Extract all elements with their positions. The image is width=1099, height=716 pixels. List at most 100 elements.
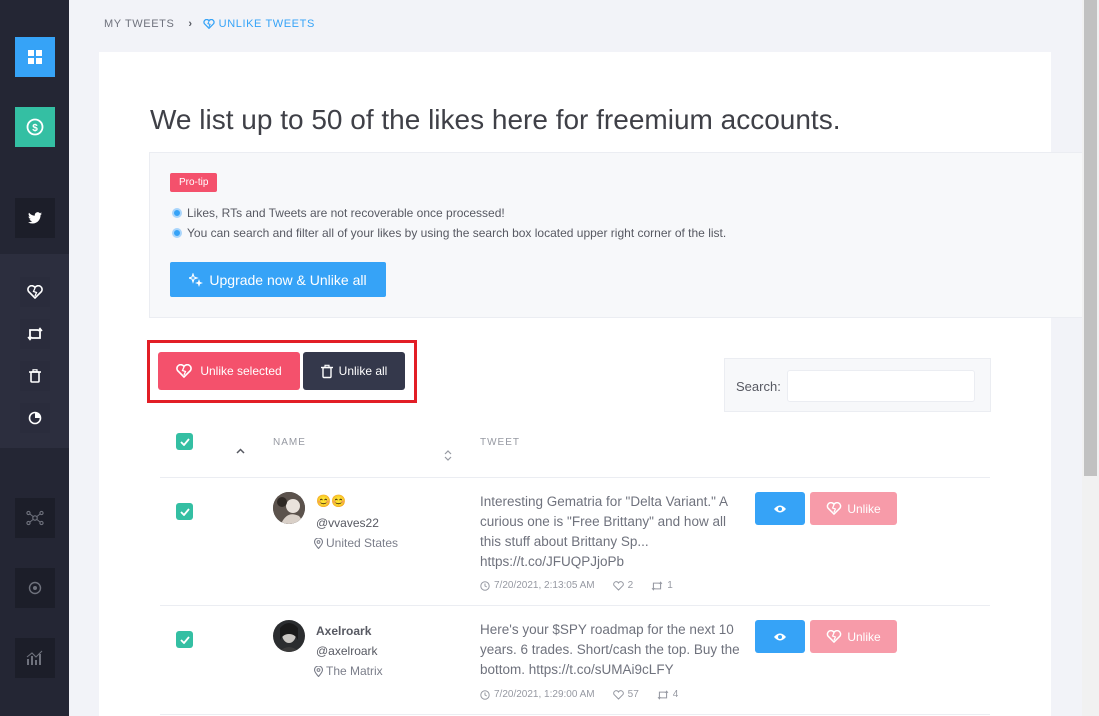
retweet-icon [27, 327, 43, 341]
breadcrumb-separator-icon: › [188, 18, 193, 30]
unlike-button[interactable]: Unlike [810, 492, 897, 525]
breadcrumb: MY TWEETS › UNLIKE TWEETS [104, 18, 315, 30]
sidebar-item-analytics[interactable] [20, 403, 50, 433]
protip-line: You can search and filter all of your li… [172, 226, 726, 240]
avatar-image [273, 620, 305, 652]
unlike-button-label: Unlike [847, 629, 881, 644]
upgrade-button-label: Upgrade now & Unlike all [209, 271, 367, 288]
sidebar-item-dashboard[interactable] [15, 37, 55, 77]
trash-icon [29, 369, 41, 383]
search-label: Search: [736, 379, 781, 394]
user-location: United States [314, 536, 398, 550]
unlike-heart-icon [827, 502, 842, 515]
tweet-date: 7/20/2021, 2:13:05 AM [494, 580, 595, 591]
protip-line-text: You can search and filter all of your li… [187, 226, 727, 240]
unlike-button[interactable]: Unlike [810, 620, 897, 653]
row-divider [160, 714, 990, 715]
unlike-heart-icon [176, 364, 193, 378]
user-location-text: The Matrix [326, 664, 383, 678]
bullet-icon [172, 228, 182, 238]
sort-up-icon[interactable] [236, 448, 245, 454]
stats-icon [26, 650, 43, 665]
upgrade-button[interactable]: Upgrade now & Unlike all [170, 262, 386, 297]
sparkle-icon [189, 272, 204, 287]
tweet-date: 7/20/2021, 1:29:00 AM [494, 689, 595, 700]
protip-badge: Pro-tip [170, 173, 218, 192]
location-pin-icon [314, 665, 323, 677]
user-location: The Matrix [314, 664, 383, 678]
select-all-checkbox[interactable] [176, 433, 193, 450]
eye-icon [774, 505, 786, 512]
user-name: 😊😊 [316, 494, 346, 508]
row-checkbox[interactable] [176, 631, 193, 648]
sidebar-item-network[interactable] [15, 498, 55, 538]
twitter-icon [28, 212, 42, 224]
sidebar-item-stats[interactable] [15, 638, 55, 678]
user-location-text: United States [326, 536, 399, 550]
heart-icon [612, 580, 624, 591]
user-handle[interactable]: @vvaves22 [316, 516, 379, 530]
circle-icon [28, 581, 42, 595]
heart-icon [612, 689, 624, 700]
sidebar-item-twitter[interactable] [15, 198, 55, 238]
tweet-meta: 7/20/2021, 1:29:00 AM 57 4 [480, 689, 678, 700]
unlike-heart-icon [27, 285, 43, 299]
dollar-icon: $ [26, 118, 44, 136]
page-title: We list up to 50 of the likes here for f… [150, 104, 841, 135]
clock-icon [480, 580, 490, 591]
check-icon [179, 635, 190, 644]
sidebar-item-settings[interactable] [15, 568, 55, 608]
tweet-likes: 2 [627, 580, 634, 591]
tweet-likes: 57 [627, 689, 639, 700]
trash-icon [320, 364, 333, 378]
avatar[interactable] [273, 620, 305, 652]
breadcrumb-current-label: UNLIKE TWEETS [218, 18, 315, 30]
avatar[interactable] [273, 492, 305, 524]
sort-both-icon[interactable] [444, 449, 452, 462]
search-input[interactable] [787, 370, 975, 402]
sidebar: $ [0, 0, 69, 716]
protip-line: Likes, RTs and Tweets are not recoverabl… [172, 206, 505, 220]
sidebar-item-delete[interactable] [20, 361, 50, 391]
column-header-name[interactable]: NAME [273, 437, 306, 448]
column-header-tweet: TWEET [480, 437, 520, 448]
unlike-all-button[interactable]: Unlike all [303, 352, 405, 390]
svg-text:$: $ [32, 123, 38, 134]
network-icon [26, 510, 44, 526]
location-pin-icon [314, 537, 323, 549]
row-divider [160, 605, 990, 606]
scrollbar-thumb[interactable] [1084, 0, 1097, 476]
dashboard-icon [28, 50, 42, 64]
breadcrumb-home[interactable]: MY TWEETS [104, 18, 174, 30]
retweet-icon [651, 580, 663, 591]
check-icon [179, 437, 190, 446]
tweet-text: Here's your $SPY roadmap for the next 10… [480, 622, 740, 677]
unlike-selected-label: Unlike selected [200, 364, 282, 378]
bullet-icon [172, 208, 182, 218]
unlike-selected-button[interactable]: Unlike selected [158, 352, 300, 390]
unlike-heart-icon [202, 19, 215, 29]
view-tweet-button[interactable] [755, 492, 805, 525]
row-checkbox[interactable] [176, 503, 193, 520]
tweet-retweets: 4 [672, 689, 679, 700]
sidebar-item-unlike[interactable] [20, 277, 50, 307]
tweet-text: Interesting Gematria for "Delta Variant.… [480, 494, 728, 569]
pie-icon [28, 411, 42, 425]
breadcrumb-current[interactable]: UNLIKE TWEETS [202, 18, 315, 30]
unlike-heart-icon [827, 630, 842, 643]
tweet-retweets: 1 [667, 580, 673, 591]
retweet-icon [657, 689, 669, 700]
clock-icon [480, 689, 490, 700]
view-tweet-button[interactable] [755, 620, 805, 653]
user-handle[interactable]: @axelroark [316, 644, 378, 658]
sidebar-item-retweets[interactable] [20, 319, 50, 349]
protip-line-text: Likes, RTs and Tweets are not recoverabl… [187, 206, 505, 220]
user-name: Axelroark [316, 624, 372, 638]
eye-icon [774, 633, 786, 640]
sidebar-item-billing[interactable]: $ [15, 107, 55, 147]
unlike-all-label: Unlike all [338, 364, 388, 378]
row-divider [160, 477, 990, 478]
unlike-button-label: Unlike [847, 501, 881, 516]
check-icon [179, 507, 190, 516]
tweet-meta: 7/20/2021, 2:13:05 AM 2 1 [480, 580, 673, 591]
